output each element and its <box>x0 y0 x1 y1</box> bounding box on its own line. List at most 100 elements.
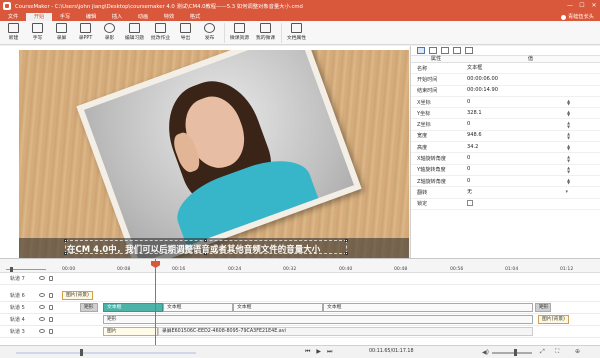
lock-icon[interactable] <box>49 293 53 298</box>
property-value-flip[interactable]: 无 ▾ <box>461 187 600 198</box>
image-background-clip[interactable]: 图片(背景) <box>62 291 93 300</box>
timeline-zoom-knob[interactable] <box>10 267 13 272</box>
eye-icon[interactable] <box>39 293 45 297</box>
eye-icon[interactable] <box>39 276 45 280</box>
layout-tab-icon[interactable] <box>429 47 437 54</box>
record-ppt-button[interactable]: 录PPT <box>74 21 97 45</box>
property-value-x[interactable]: 0 ▲ ▼ <box>461 97 600 108</box>
chevron-down-icon[interactable]: ▾ <box>565 187 568 198</box>
spinner-icon[interactable]: ▲ ▼ <box>567 177 570 185</box>
edit-quiz-button[interactable]: 编辑习题 <box>122 21 147 45</box>
play-icon[interactable]: ▶ <box>316 348 321 356</box>
tab-effects[interactable]: 特效 <box>156 13 182 21</box>
record-video-button[interactable]: 录影 <box>98 21 121 45</box>
publish-button[interactable]: 发布 <box>198 21 221 45</box>
eye-icon[interactable] <box>39 317 45 321</box>
track-row[interactable]: 轨道 4 矩形 图片(背景) <box>0 314 600 326</box>
tab-edit[interactable]: 编辑 <box>78 13 104 21</box>
maximize-button[interactable]: ☐ <box>576 0 588 12</box>
micro-resources-button[interactable]: 微课资源 <box>227 21 252 45</box>
time-ruler[interactable]: 00:00 00:08 00:16 00:24 00:32 00:40 00:4… <box>0 259 600 273</box>
track-row[interactable]: 轨道 3 图片 录屏E601506C-EED2-4608-8095-79CA3F… <box>0 326 600 338</box>
text-clip[interactable]: 文本框 <box>163 303 233 312</box>
spinner-icon[interactable]: ▲ ▼ <box>567 155 570 162</box>
new-button[interactable]: 新建 <box>2 21 25 45</box>
record-screen-button[interactable]: 录屏 <box>50 21 73 45</box>
lock-icon[interactable] <box>49 305 53 310</box>
resize-handle[interactable] <box>345 239 348 242</box>
horizontal-scrollbar[interactable] <box>16 352 196 354</box>
property-value-rot-x[interactable]: 0 ▲ ▼ <box>461 153 600 164</box>
shape-clip[interactable]: 矩形 <box>103 315 533 324</box>
spinner-icon[interactable]: ▲ ▼ <box>567 98 570 106</box>
export-button[interactable]: 导出 <box>174 21 197 45</box>
property-value-lock[interactable] <box>461 198 600 209</box>
property-value[interactable]: 00:00:06.00 <box>461 74 600 85</box>
tab-insert[interactable]: 插入 <box>104 13 130 21</box>
property-value-y[interactable]: 328.1 ▲ ▼ <box>461 108 600 119</box>
user-account[interactable]: 青蛙伍长头 <box>561 13 594 21</box>
tick-label: 00:56 <box>450 267 464 272</box>
property-value-width[interactable]: 948.6 ▲ ▼ <box>461 130 600 141</box>
previous-icon[interactable]: ⏮ <box>305 348 310 356</box>
property-value-rot-y[interactable]: 0 ▲ ▼ <box>461 164 600 175</box>
fit-icon[interactable]: ⛶ <box>555 348 559 356</box>
properties-tab-icon[interactable] <box>417 47 425 54</box>
lock-icon[interactable] <box>49 329 53 334</box>
grade-homework-button[interactable]: 批改作业 <box>148 21 173 45</box>
track-row[interactable]: 轨道 6 图片(背景) <box>0 290 600 302</box>
property-value-height[interactable]: 34.2 ▲ ▼ <box>461 142 600 153</box>
next-icon[interactable]: ⏭ <box>327 348 332 356</box>
tab-start[interactable]: 开始 <box>26 13 52 21</box>
track-row[interactable]: 轨道 7 <box>0 273 600 285</box>
property-value[interactable]: 文本框 <box>461 63 600 74</box>
resize-handle[interactable] <box>204 239 207 242</box>
my-courses-button[interactable]: 我的微课 <box>253 21 278 45</box>
text-clip[interactable]: 文本框 <box>103 303 163 312</box>
eye-icon[interactable] <box>39 305 45 309</box>
spinner-icon[interactable]: ▲ ▼ <box>567 132 570 139</box>
audio-clip[interactable]: 录屏E601506C-EED2-4608-8095-79CA3FE21E4E.a… <box>158 327 533 336</box>
lock-icon[interactable] <box>49 317 53 322</box>
slide-canvas[interactable]: 在CM 4.0中，我们可以后期调整语音或者其他音频文件的音量大小 <box>19 50 409 258</box>
image-tab-icon[interactable] <box>441 47 449 54</box>
lock-checkbox[interactable] <box>467 199 473 206</box>
zoom-icon[interactable]: ⊕ <box>575 348 580 355</box>
spinner-icon[interactable]: ▲ ▼ <box>567 166 570 173</box>
star-tab-icon[interactable] <box>465 47 473 54</box>
volume-icon[interactable]: ◀) <box>482 349 489 356</box>
property-value[interactable]: 00:00:14.90 <box>461 85 600 96</box>
doc-properties-button[interactable]: 文档属性 <box>284 21 309 45</box>
volume-slider[interactable] <box>492 352 532 354</box>
text-clip[interactable]: 文本框 <box>323 303 533 312</box>
volume-knob[interactable] <box>514 349 517 356</box>
rect-clip[interactable]: 矩形 <box>80 303 98 312</box>
tab-animation[interactable]: 动画 <box>130 13 156 21</box>
text-clip[interactable]: 文本框 <box>233 303 323 312</box>
resize-handle[interactable] <box>345 252 348 255</box>
eye-icon[interactable] <box>39 329 45 333</box>
track-row[interactable]: 轨道 5 矩形 文本框 文本框 文本框 文本框 矩形 <box>0 302 600 314</box>
close-button[interactable]: ✕ <box>588 0 600 12</box>
property-value-rot-z[interactable]: 0 ▲ ▼ <box>461 176 600 187</box>
tab-handwrite[interactable]: 手写 <box>52 13 78 21</box>
spinner-icon[interactable]: ▲ ▼ <box>567 109 570 117</box>
audio-tab-icon[interactable] <box>453 47 461 54</box>
resize-handle[interactable] <box>64 239 67 242</box>
scrollbar-thumb[interactable] <box>80 349 83 356</box>
image-clip[interactable]: 图片 <box>103 327 158 336</box>
tab-format[interactable]: 格式 <box>182 13 208 21</box>
caption-text[interactable]: 在CM 4.0中，我们可以后期调整语音或者其他音频文件的音量大小 <box>67 243 320 255</box>
rect-clip[interactable]: 矩形 <box>535 303 551 312</box>
ribbon-separator-2 <box>281 23 282 43</box>
playhead[interactable] <box>151 259 160 346</box>
tab-file[interactable]: 文件 <box>0 13 26 21</box>
property-value-z[interactable]: 0 ▲ ▼ <box>461 119 600 130</box>
minimize-button[interactable]: — <box>564 0 576 12</box>
handwrite-button[interactable]: 手写 <box>26 21 49 45</box>
lock-icon[interactable] <box>49 276 53 281</box>
fullscreen-icon[interactable]: ⤢ <box>540 348 545 356</box>
spinner-icon[interactable]: ▲ ▼ <box>567 121 570 128</box>
image-background-clip[interactable]: 图片(背景) <box>538 315 569 324</box>
spinner-icon[interactable]: ▲ ▼ <box>567 143 570 151</box>
